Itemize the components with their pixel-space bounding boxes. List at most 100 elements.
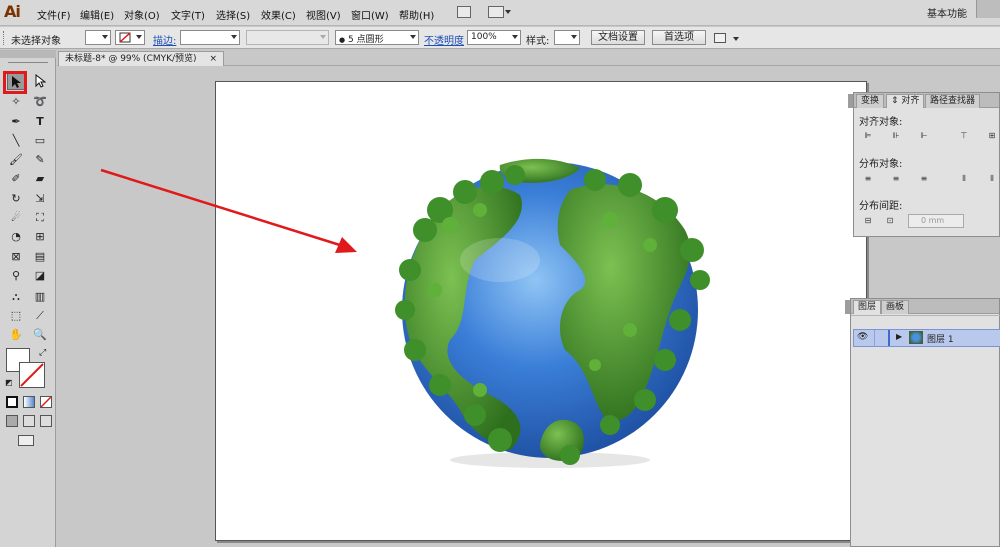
column-graph-tool[interactable]: ▥ (31, 288, 49, 305)
tools-panel-header[interactable] (0, 50, 56, 58)
draw-inside-icon[interactable] (40, 415, 52, 427)
lasso-tool[interactable]: ➰ (31, 93, 49, 110)
pencil-tool[interactable]: ✎ (31, 151, 49, 168)
eyedropper-tool[interactable]: ⚲ (7, 267, 25, 284)
distribute-vspace-icon[interactable]: ⊟ (862, 215, 874, 227)
distribute-top-icon[interactable]: ≡ (862, 173, 874, 185)
opacity-label[interactable]: 不透明度 (424, 32, 464, 47)
control-bar-grip[interactable] (3, 31, 6, 45)
menu-object[interactable]: 对象(O) (124, 7, 160, 22)
distribute-vcenter-icon[interactable]: ≡ (890, 173, 902, 185)
align-top-icon[interactable]: ⊤ (958, 130, 970, 142)
blob-brush-tool[interactable]: ✐ (7, 170, 25, 187)
rotate-tool[interactable]: ↻ (7, 190, 25, 207)
menu-effect[interactable]: 效果(C) (261, 7, 296, 22)
menu-edit[interactable]: 编辑(E) (80, 7, 114, 22)
align-panel-grip[interactable] (848, 94, 853, 108)
menu-file[interactable]: 文件(F) (37, 7, 71, 22)
magic-wand-icon: ✧ (11, 95, 21, 108)
workspace-switcher[interactable]: 基本功能 (927, 5, 967, 20)
stroke-color-box[interactable] (19, 362, 45, 388)
draw-behind-icon[interactable] (23, 415, 35, 427)
control-bar-menu-icon[interactable] (733, 37, 739, 41)
shape-builder-icon: ◔ (11, 230, 21, 243)
tab-layers[interactable]: 图层 (853, 300, 882, 314)
bridge-icon[interactable] (457, 6, 471, 18)
preferences-button[interactable]: 首选项 (652, 30, 706, 45)
brush-definition-select[interactable]: ● 5 点圆形 (335, 30, 419, 45)
menu-window[interactable]: 窗口(W) (351, 7, 389, 22)
lock-column[interactable] (874, 330, 875, 346)
color-mode-icon[interactable] (6, 396, 18, 408)
eraser-icon: ▰ (35, 172, 45, 185)
distribute-hspace-icon[interactable]: ⊡ (884, 215, 896, 227)
close-icon[interactable]: × (209, 54, 217, 64)
stroke-weight-input[interactable] (180, 30, 240, 45)
document-tab-title: 未标题-8* @ 99% (CMYK/预览) (65, 54, 197, 64)
pen-tool[interactable]: ✒ (7, 113, 25, 130)
eye-icon[interactable]: 👁 (857, 332, 868, 342)
align-vcenter-icon[interactable]: ⊞ (986, 130, 998, 142)
menu-type[interactable]: 文字(T) (171, 7, 205, 22)
layers-panel-grip[interactable] (845, 300, 850, 314)
default-colors-icon[interactable]: ◩ (5, 378, 13, 387)
tab-transform[interactable]: 变换 (856, 94, 885, 108)
symbol-sprayer-tool[interactable]: ⛬ (7, 288, 25, 305)
arrange-dropdown-icon[interactable] (505, 10, 511, 14)
tools-grip[interactable] (8, 62, 48, 63)
free-transform-tool[interactable]: ⛶ (31, 209, 49, 226)
draw-normal-icon[interactable] (6, 415, 18, 427)
layer-name[interactable]: 图层 1 (927, 332, 954, 345)
no-stroke-icon (119, 32, 131, 43)
fill-swatch[interactable] (85, 30, 111, 45)
swap-fill-stroke-icon[interactable]: ⤢ (39, 348, 46, 358)
warp-tool[interactable]: ☄ (7, 209, 25, 226)
earth-globe-image[interactable] (380, 150, 720, 480)
opacity-input[interactable]: 100% (467, 30, 521, 45)
screen-mode-icon[interactable] (18, 435, 34, 446)
mesh-tool[interactable]: ⊠ (7, 248, 25, 265)
hand-tool[interactable]: ✋ (7, 326, 25, 343)
gradient-mode-icon[interactable] (23, 396, 35, 408)
zoom-tool[interactable]: 🔍 (31, 326, 49, 343)
stroke-swatch[interactable] (115, 30, 145, 45)
document-tab[interactable]: 未标题-8* @ 99% (CMYK/预览) × (58, 51, 224, 66)
distribute-left-icon[interactable]: ⦀ (958, 173, 970, 185)
menu-bar: Ai 文件(F) 编辑(E) 对象(O) 文字(T) 选择(S) 效果(C) 视… (0, 0, 1000, 26)
direct-selection-tool[interactable] (31, 73, 49, 90)
menu-view[interactable]: 视图(V) (306, 7, 341, 22)
slice-tool[interactable]: ⟋ (31, 307, 49, 324)
none-mode-icon[interactable] (40, 396, 52, 408)
graphic-style-select[interactable] (554, 30, 580, 45)
stroke-label[interactable]: 描边: (153, 32, 176, 47)
scale-tool[interactable]: ⇲ (31, 190, 49, 207)
blend-tool[interactable]: ◪ (31, 267, 49, 284)
gradient-tool[interactable]: ▤ (31, 248, 49, 265)
arrange-documents-icon[interactable] (488, 6, 504, 18)
tab-artboards[interactable]: 画板 (881, 300, 910, 314)
arrange-icon[interactable] (714, 33, 726, 43)
tab-align[interactable]: ⇕ 对齐 (886, 94, 925, 108)
menu-select[interactable]: 选择(S) (216, 7, 250, 22)
rectangle-tool[interactable]: ▭ (31, 132, 49, 149)
document-setup-button[interactable]: 文档设置 (591, 30, 645, 45)
perspective-grid-tool[interactable]: ⊞ (31, 228, 49, 245)
menu-help[interactable]: 帮助(H) (399, 7, 434, 22)
eraser-tool[interactable]: ▰ (31, 170, 49, 187)
align-objects-label: 对齐对象: (859, 117, 903, 128)
tab-pathfinder[interactable]: 路径查找器 (925, 94, 981, 108)
align-left-icon[interactable]: ⊫ (862, 130, 874, 142)
layer-row[interactable]: 👁 ▶ 图层 1 (853, 329, 1000, 347)
align-right-icon[interactable]: ⊩ (918, 130, 930, 142)
line-tool[interactable]: ╲ (7, 132, 25, 149)
artboard-tool[interactable]: ⬚ (7, 307, 25, 324)
shape-builder-tool[interactable]: ◔ (7, 228, 25, 245)
window-controls[interactable] (976, 0, 1000, 18)
type-tool[interactable]: T (31, 113, 49, 130)
magic-wand-tool[interactable]: ✧ (7, 93, 25, 110)
paintbrush-tool[interactable]: 🖌 (7, 151, 25, 168)
distribute-bottom-icon[interactable]: ≡ (918, 173, 930, 185)
distribute-hcenter-icon[interactable]: ⦀ (986, 173, 998, 185)
align-hcenter-icon[interactable]: ⊪ (890, 130, 902, 142)
expand-triangle-icon[interactable]: ▶ (896, 332, 902, 341)
